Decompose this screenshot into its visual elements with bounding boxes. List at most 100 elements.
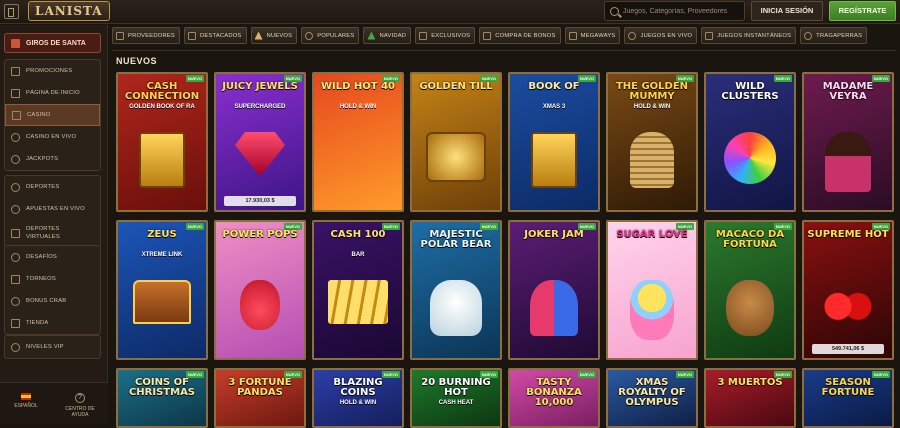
- tab-populares[interactable]: POPULARES: [301, 27, 360, 44]
- game-tile[interactable]: NUEVO XMAS ROYALTY OF OLYMPUS: [606, 368, 698, 428]
- sidebar-item-label: PÁGINA DE INICIO: [26, 90, 80, 96]
- tab-compra-de-bonos[interactable]: COMPRA DE BONOS: [479, 27, 561, 44]
- new-badge: NUEVO: [675, 371, 694, 378]
- sidebar-item-label: CASINO EN VIVO: [26, 134, 77, 140]
- game-subtitle: HOLD & WIN: [633, 104, 671, 110]
- game-tile[interactable]: NUEVO CASH 100 BAR: [312, 220, 404, 360]
- tab-juegos-en-vivo[interactable]: JUEGOS EN VIVO: [624, 27, 698, 44]
- game-tile[interactable]: NUEVO COINS OF CHRISTMAS: [116, 368, 208, 428]
- megaways-icon: [568, 31, 577, 40]
- game-tile[interactable]: NUEVO SEASON FORTUNE: [802, 368, 894, 428]
- game-title: COINS OF CHRISTMAS: [128, 377, 196, 398]
- game-tile[interactable]: NUEVO POWER POPS: [214, 220, 306, 360]
- slot-machine-icon: [12, 110, 21, 120]
- sidebar-item-inicio[interactable]: PÁGINA DE INICIO: [5, 82, 100, 104]
- game-tile[interactable]: NUEVO BOOK OF XMAS 3: [508, 72, 600, 212]
- game-tile[interactable]: NUEVO WILD CLUSTERS: [704, 72, 796, 212]
- game-tile[interactable]: NUEVO 3 FORTUNE PANDAS: [214, 368, 306, 428]
- site-logo[interactable]: LANISTA: [28, 1, 110, 21]
- new-icon: [254, 31, 263, 40]
- swords-icon: [419, 31, 428, 40]
- chest-art: [133, 280, 191, 324]
- home-icon: [11, 88, 20, 98]
- virtual-sports-icon: [11, 228, 20, 238]
- login-button[interactable]: INICIA SESIÓN: [751, 1, 823, 21]
- sidebar-item-bonus-crab[interactable]: BONUS CRAB: [5, 290, 100, 312]
- tab-label: JUEGOS INSTANTÁNEOS: [717, 32, 792, 39]
- tab-megaways[interactable]: MEGAWAYS: [564, 27, 621, 44]
- sidebar-item-desafios[interactable]: DESAFÍOS: [5, 246, 100, 268]
- tab-proveedores[interactable]: PROVEEDORES: [112, 27, 180, 44]
- game-title: CASH 100: [330, 229, 386, 240]
- game-tile[interactable]: NUEVO JOKER JAM: [508, 220, 600, 360]
- flame-icon: [305, 31, 314, 40]
- game-tile[interactable]: NUEVO CASH CONNECTION GOLDEN BOOK OF RA: [116, 72, 208, 212]
- tab-tragaperras[interactable]: TRAGAPERRAS: [800, 27, 868, 44]
- game-title: CASH CONNECTION: [124, 81, 200, 102]
- game-tile[interactable]: NUEVO JUICY JEWELS SUPERCHARGED 17.930,03 $: [214, 72, 306, 212]
- sidebar-item-casino[interactable]: CASINO: [5, 104, 100, 126]
- new-badge: NUEVO: [185, 75, 204, 82]
- tab-label: NUEVOS: [266, 32, 293, 39]
- tree-icon: [367, 31, 376, 40]
- tab-label: PROVEEDORES: [128, 32, 175, 39]
- sidebar-item-label: TIENDA: [26, 320, 49, 326]
- sidebar-item-tienda[interactable]: TIENDA: [5, 312, 100, 334]
- tab-exclusivos[interactable]: EXCLUSIVOS: [415, 27, 476, 44]
- language-selector[interactable]: ESPAÑOL: [6, 393, 46, 409]
- sidebar-footer: ESPAÑOL ? CENTRO DE AYUDA: [0, 382, 108, 424]
- sidebar-item-niveles-vip[interactable]: NIVELES VIP: [5, 336, 100, 358]
- game-tile[interactable]: NUEVO SUGAR LOVE: [606, 220, 698, 360]
- game-title: 20 BURNING HOT: [421, 377, 491, 398]
- sidebar-item-label: BONUS CRAB: [26, 298, 67, 304]
- register-button[interactable]: REGÍSTRATE: [829, 1, 896, 21]
- sidebar-item-label: DEPORTES VIRTUALES: [26, 226, 60, 240]
- tab-nuevos[interactable]: NUEVOS: [250, 27, 298, 44]
- mummy-art: [630, 132, 674, 188]
- game-tile[interactable]: NUEVO 3 MUERTOS: [704, 368, 796, 428]
- sidebar-item-jackpots[interactable]: JACKPOTS: [5, 148, 100, 170]
- tab-juegos-instantaneos[interactable]: JUEGOS INSTANTÁNEOS: [701, 27, 797, 44]
- sidebar-item-apuestas-en-vivo[interactable]: APUESTAS EN VIVO: [5, 198, 100, 220]
- help-label: CENTRO DE AYUDA: [65, 406, 95, 418]
- game-tile[interactable]: NUEVO MACACO DA FORTUNA: [704, 220, 796, 360]
- tab-destacados[interactable]: DESTACADOS: [183, 27, 247, 44]
- promo-button[interactable]: GIROS DE SANTA: [4, 33, 101, 53]
- candy-art: [630, 280, 674, 340]
- live-icon: [11, 132, 20, 142]
- sidebar-item-deportes-virtuales[interactable]: DEPORTES VIRTUALES: [5, 220, 100, 246]
- divider: [112, 50, 896, 51]
- search-box[interactable]: [604, 1, 745, 21]
- game-title: SEASON FORTUNE: [821, 377, 875, 398]
- game-title: WILD HOT 40: [321, 81, 395, 92]
- help-center-link[interactable]: ? CENTRO DE AYUDA: [60, 393, 100, 418]
- tab-label: COMPRA DE BONOS: [495, 32, 556, 39]
- game-title: THE GOLDEN MUMMY: [615, 81, 689, 102]
- shop-icon: [11, 318, 20, 328]
- game-tile[interactable]: NUEVO 20 BURNING HOT CASH HEAT: [410, 368, 502, 428]
- game-subtitle: CASH HEAT: [438, 400, 474, 406]
- tab-label: MEGAWAYS: [580, 32, 616, 39]
- game-tile[interactable]: NUEVO MADAME VEYRA: [802, 72, 894, 212]
- nav-group-sports: DEPORTES APUESTAS EN VIVO DEPORTES VIRTU…: [4, 175, 101, 247]
- game-tile[interactable]: NUEVO BLAZING COINS HOLD & WIN: [312, 368, 404, 428]
- sidebar-item-torneos[interactable]: TORNEOS: [5, 268, 100, 290]
- sidebar-item-deportes[interactable]: DEPORTES: [5, 176, 100, 198]
- game-title: JOKER JAM: [524, 229, 584, 240]
- jester-art: [530, 280, 578, 336]
- game-tile[interactable]: NUEVO MAJESTIC POLAR BEAR: [410, 220, 502, 360]
- game-tile[interactable]: NUEVO TASTY BONANZA 10,000: [508, 368, 600, 428]
- sidebar-toggle-icon[interactable]: [4, 4, 19, 19]
- sidebar-item-casino-en-vivo[interactable]: CASINO EN VIVO: [5, 126, 100, 148]
- game-tile[interactable]: NUEVO ZEUS XTREME LINK: [116, 220, 208, 360]
- game-tile[interactable]: NUEVO WILD HOT 40 HOLD & WIN: [312, 72, 404, 212]
- jackpot-amount: 549.741,06 $: [812, 344, 884, 354]
- language-label: ESPAÑOL: [14, 403, 38, 409]
- game-tile[interactable]: NUEVO THE GOLDEN MUMMY HOLD & WIN: [606, 72, 698, 212]
- game-tile[interactable]: NUEVO SUPREME HOT 549.741,06 $: [802, 220, 894, 360]
- search-input[interactable]: [623, 7, 743, 15]
- sidebar-item-promociones[interactable]: PROMOCIONES: [5, 60, 100, 82]
- game-tile[interactable]: NUEVO GOLDEN TILL: [410, 72, 502, 212]
- tab-navidad[interactable]: NAVIDAD: [363, 27, 412, 44]
- help-icon: ?: [75, 393, 85, 403]
